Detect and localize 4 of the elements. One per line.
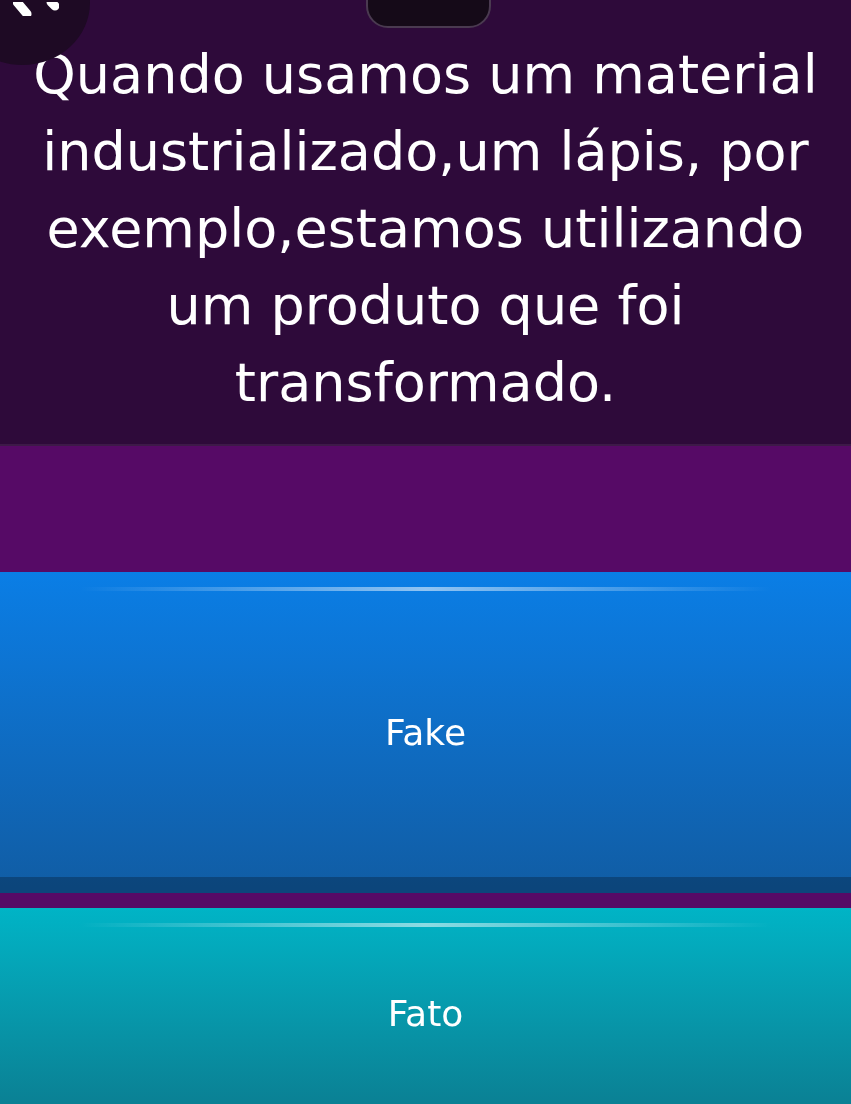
close-icon <box>13 2 59 16</box>
answer-button[interactable]: Fato <box>0 908 851 1104</box>
question-text: Quando usamos um material industrializado,um lápis, por exemplo,estamos utilizando um produto que foi transformado. <box>32 42 819 416</box>
answer-button[interactable]: Fake <box>0 572 851 893</box>
